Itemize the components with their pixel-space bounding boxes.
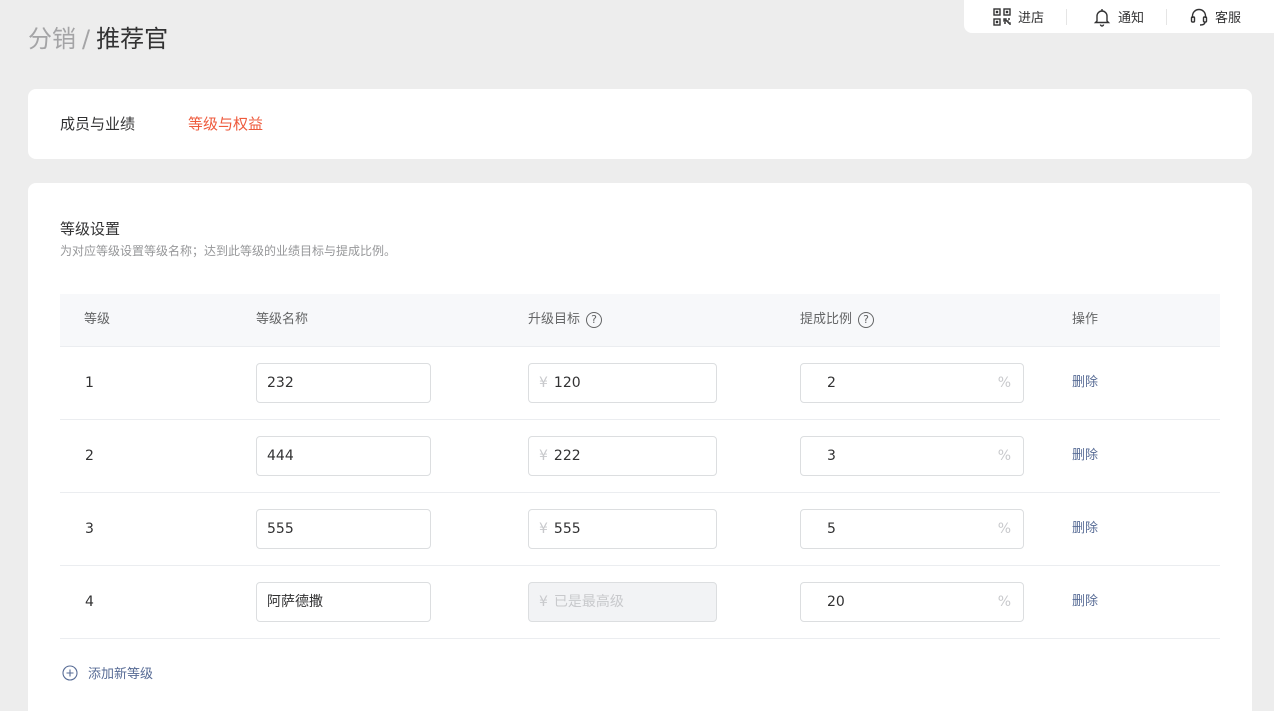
- header-action-label: 操作: [1072, 312, 1099, 327]
- commission-rate-value: 5: [827, 521, 836, 537]
- header-rate-label: 提成比例: [800, 312, 853, 327]
- level-name-input[interactable]: 232: [256, 363, 431, 403]
- header-name-label: 等级名称: [256, 312, 309, 327]
- percent-suffix: %: [997, 375, 1011, 391]
- commission-rate-value: 3: [827, 448, 836, 464]
- breadcrumb-parent[interactable]: 分销: [28, 25, 76, 53]
- upgrade-target-value: 已是最高级: [553, 594, 624, 610]
- customer-service-label: 客服: [1215, 11, 1242, 26]
- table-row: 1 232 ¥120 2% 删除: [60, 347, 1220, 420]
- upgrade-target-input-disabled: ¥ 已是最高级: [528, 582, 717, 622]
- level-name-value: 444: [267, 448, 294, 464]
- add-level-label: 添加新等级: [88, 667, 154, 682]
- currency-prefix: ¥: [539, 521, 548, 537]
- header-level-label: 等级: [84, 312, 111, 327]
- section-title: 等级设置: [60, 220, 121, 238]
- commission-rate-input[interactable]: 3%: [800, 436, 1024, 476]
- qrcode-icon: [992, 7, 1012, 27]
- level-number: 2: [85, 448, 94, 464]
- plus-circle-icon: [62, 664, 78, 681]
- customer-service-button[interactable]: 客服: [1189, 8, 1241, 26]
- level-name-value: 232: [267, 375, 294, 391]
- header-name: 等级名称: [256, 311, 308, 329]
- delete-button[interactable]: 删除: [1072, 447, 1098, 465]
- level-name-value: 555: [267, 521, 294, 537]
- level-number: 3: [85, 521, 94, 537]
- header-action: 操作: [1072, 311, 1098, 329]
- level-number: 4: [85, 594, 94, 610]
- percent-suffix: %: [997, 448, 1011, 464]
- tab-levels-benefits[interactable]: 等级与权益: [188, 114, 263, 134]
- commission-rate-input[interactable]: 20%: [800, 582, 1024, 622]
- tab-members-performance[interactable]: 成员与业绩: [60, 114, 135, 134]
- commission-rate-input[interactable]: 2%: [800, 363, 1024, 403]
- table-row: 4 阿萨德撒 ¥ 已是最高级 20% 删除: [60, 566, 1220, 639]
- upgrade-target-value: 222: [553, 448, 581, 464]
- tabs-card: 成员与业绩 等级与权益: [28, 89, 1252, 159]
- upgrade-target-value: 120: [553, 375, 581, 391]
- visit-store-button[interactable]: 进店: [992, 7, 1045, 27]
- section-description: 为对应等级设置等级名称；达到此等级的业绩目标与提成比例。: [60, 244, 397, 258]
- notifications-button[interactable]: 通知: [1092, 7, 1145, 27]
- header-target-label: 升级目标: [528, 312, 581, 327]
- table-row: 3 555 ¥555 5% 删除: [60, 493, 1220, 566]
- currency-prefix: ¥: [539, 375, 548, 391]
- header-rate: 提成比例?: [800, 311, 875, 329]
- top-toolbar: 进店 通知 客服: [964, 0, 1274, 33]
- divider: [1066, 8, 1068, 25]
- commission-rate-value: 2: [827, 375, 836, 391]
- currency-prefix: ¥: [539, 448, 548, 464]
- notifications-label: 通知: [1118, 11, 1145, 26]
- level-name-input[interactable]: 555: [256, 509, 431, 549]
- breadcrumb: 分销 / 推荐官: [28, 24, 168, 54]
- header-target: 升级目标?: [528, 311, 603, 329]
- upgrade-target-input[interactable]: ¥555: [528, 509, 717, 549]
- help-icon[interactable]: ?: [586, 312, 603, 328]
- level-table: 等级 等级名称 升级目标? 提成比例? 操作 1 232 ¥120 2% 删除 …: [60, 294, 1220, 639]
- page-title: 推荐官: [96, 25, 169, 53]
- delete-button[interactable]: 删除: [1072, 520, 1098, 538]
- level-settings-card: 等级设置 为对应等级设置等级名称；达到此等级的业绩目标与提成比例。 等级 等级名…: [28, 183, 1252, 711]
- level-name-value: 阿萨德撒: [267, 594, 323, 610]
- percent-suffix: %: [997, 521, 1011, 537]
- commission-rate-value: 20: [827, 594, 845, 610]
- headset-icon: [1189, 7, 1209, 27]
- level-name-input[interactable]: 阿萨德撒: [256, 582, 431, 622]
- percent-suffix: %: [997, 594, 1011, 610]
- currency-prefix: ¥: [539, 594, 548, 610]
- upgrade-target-input[interactable]: ¥120: [528, 363, 717, 403]
- divider: [1166, 8, 1168, 25]
- table-header: 等级 等级名称 升级目标? 提成比例? 操作: [60, 294, 1220, 347]
- level-name-input[interactable]: 444: [256, 436, 431, 476]
- upgrade-target-value: 555: [553, 521, 581, 537]
- bell-icon: [1092, 7, 1112, 27]
- delete-button[interactable]: 删除: [1072, 374, 1098, 392]
- upgrade-target-input[interactable]: ¥222: [528, 436, 717, 476]
- visit-store-label: 进店: [1018, 11, 1045, 26]
- help-icon[interactable]: ?: [858, 312, 875, 328]
- breadcrumb-separator: /: [82, 25, 91, 53]
- table-row: 2 444 ¥222 3% 删除: [60, 420, 1220, 493]
- header-level: 等级: [84, 311, 110, 329]
- add-level-button[interactable]: 添加新等级: [62, 663, 153, 682]
- delete-button[interactable]: 删除: [1072, 593, 1098, 611]
- commission-rate-input[interactable]: 5%: [800, 509, 1024, 549]
- level-number: 1: [85, 375, 94, 391]
